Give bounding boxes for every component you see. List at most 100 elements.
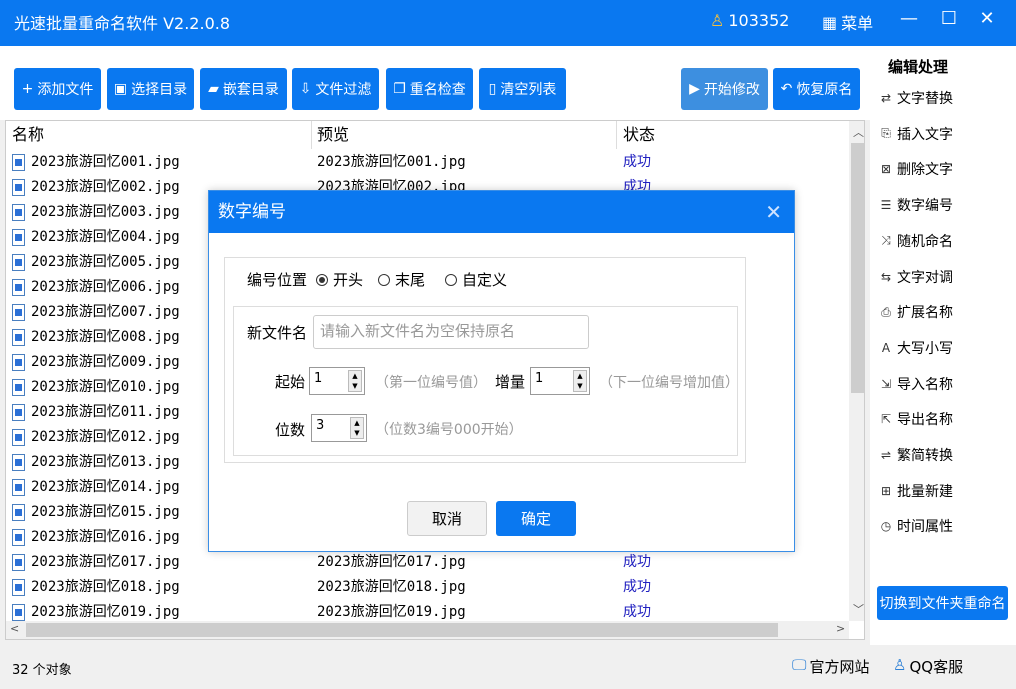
sidebar-item-icon: ⇱: [880, 412, 892, 427]
toolbar-button[interactable]: ▣ 选择目录: [107, 68, 194, 110]
file-preview: 2023旅游回忆018.jpg: [317, 579, 466, 595]
toolbar-icon: ❐: [393, 81, 406, 97]
cancel-button[interactable]: 取消: [407, 501, 487, 536]
column-divider[interactable]: [311, 121, 312, 149]
radio-start[interactable]: 开头: [316, 269, 363, 290]
toolbar-button[interactable]: ⇩ 文件过滤: [292, 68, 379, 110]
website-link[interactable]: 🖵 官方网站: [792, 656, 869, 677]
sidebar-item-label: 数字编号: [897, 198, 953, 215]
digits-spinner[interactable]: 3 ▲ ▼: [311, 414, 367, 442]
toolbar-icon: ⇩: [299, 81, 312, 97]
sidebar-item-label: 文字替换: [897, 91, 953, 107]
newname-input[interactable]: 请输入新文件名为空保持原名: [313, 315, 589, 349]
horizontal-scrollbar[interactable]: < >: [6, 621, 849, 639]
image-file-icon: [12, 154, 25, 171]
radio-label: 开头: [333, 271, 364, 289]
toolbar-icon: ▣: [113, 81, 128, 97]
toolbar-button[interactable]: + 添加文件: [14, 68, 101, 110]
user-account[interactable]: ♙ 103352: [710, 11, 789, 30]
table-row[interactable]: 2023旅游回忆001.jpg 2023旅游回忆001.jpg 成功: [6, 150, 849, 175]
spinner-value: 1: [535, 371, 544, 386]
file-name: 2023旅游回忆011.jpg: [31, 404, 180, 420]
sidebar-item-icon: A: [881, 340, 891, 355]
menu-button[interactable]: ▦ 菜单: [822, 10, 873, 34]
table-row[interactable]: 2023旅游回忆017.jpg 2023旅游回忆017.jpg 成功: [6, 550, 849, 575]
toolbar-button-label: 嵌套目录: [222, 82, 279, 98]
file-name: 2023旅游回忆005.jpg: [31, 254, 180, 270]
toolbar-icon: ▰: [208, 81, 219, 97]
maximize-button[interactable]: ☐: [937, 8, 961, 29]
step-spinner[interactable]: 1 ▲ ▼: [530, 367, 590, 395]
file-name: 2023旅游回忆013.jpg: [31, 454, 180, 470]
user-id: 103352: [728, 11, 790, 30]
image-file-icon: [12, 204, 25, 221]
minimize-button[interactable]: —: [897, 8, 921, 29]
column-header-preview[interactable]: 预览: [317, 121, 349, 149]
restore-button[interactable]: ↶ 恢复原名: [773, 68, 860, 110]
spinner-arrows[interactable]: ▲ ▼: [573, 370, 587, 392]
toolbar-button[interactable]: ▯ 清空列表: [479, 68, 566, 110]
toolbar: + 添加文件 ▣ 选择目录 ▰ 嵌套目录 ⇩ 文件过滤 ❐ 重名检查 ▯ 清空列表 ▶ 开始修改 ↶ 恢复原名: [0, 46, 870, 120]
image-file-icon: [12, 304, 25, 321]
app-title: 光速批量重命名软件 V2.2.0.8: [14, 14, 231, 33]
toolbar-button[interactable]: ❐ 重名检查: [386, 68, 473, 110]
file-name: 2023旅游回忆015.jpg: [31, 504, 180, 520]
sidebar-item[interactable]: A 大写小写: [878, 338, 953, 358]
sidebar-item[interactable]: ⇲ 导入名称: [878, 374, 953, 394]
qq-support-link[interactable]: ♙ QQ客服: [893, 656, 963, 677]
start-button-label: 开始修改: [703, 82, 760, 98]
sidebar-item[interactable]: ⇆ 文字对调: [878, 267, 953, 287]
sidebar-item[interactable]: ⤨ 随机命名: [878, 231, 953, 251]
ok-button[interactable]: 确定: [496, 501, 576, 536]
radio-label: 自定义: [462, 271, 508, 289]
sidebar-item[interactable]: ☰ 数字编号: [878, 195, 953, 215]
sidebar-item-label: 批量新建: [897, 483, 953, 500]
file-name: 2023旅游回忆006.jpg: [31, 279, 180, 295]
radio-end[interactable]: 末尾: [378, 269, 425, 290]
column-header-name[interactable]: 名称: [12, 121, 44, 149]
vertical-scrollbar[interactable]: ︿ ﹀: [849, 121, 864, 621]
radio-label: 末尾: [395, 271, 426, 289]
undo-icon: ↶: [780, 81, 793, 97]
radio-custom[interactable]: 自定义: [445, 269, 507, 290]
spinner-arrows[interactable]: ▲ ▼: [350, 417, 364, 439]
column-divider[interactable]: [616, 121, 617, 149]
file-name: 2023旅游回忆002.jpg: [31, 179, 180, 195]
step-hint: （下一位编号增加值）: [599, 375, 739, 391]
column-header-status[interactable]: 状态: [623, 121, 655, 149]
image-file-icon: [12, 179, 25, 196]
close-button[interactable]: ✕: [975, 8, 999, 29]
start-label: 起始: [275, 373, 306, 391]
file-name: 2023旅游回忆008.jpg: [31, 329, 180, 345]
file-name: 2023旅游回忆004.jpg: [31, 229, 180, 245]
sidebar-item-label: 大写小写: [897, 340, 953, 357]
file-name: 2023旅游回忆014.jpg: [31, 479, 180, 495]
sidebar-item[interactable]: ⇱ 导出名称: [878, 409, 953, 429]
sidebar-item[interactable]: ◷ 时间属性: [878, 516, 953, 536]
file-name: 2023旅游回忆012.jpg: [31, 429, 180, 445]
sidebar-item[interactable]: ⊠ 删除文字: [878, 159, 953, 179]
dialog-close-button[interactable]: ✕: [765, 191, 782, 233]
switch-folder-rename-button[interactable]: 切换到文件夹重命名: [877, 586, 1008, 620]
sidebar-item[interactable]: ⎘ 插入文字: [878, 124, 953, 144]
toolbar-button-label: 重名检查: [409, 82, 466, 98]
sidebar-item[interactable]: ⇄ 文字替换: [878, 88, 953, 108]
table-row[interactable]: 2023旅游回忆018.jpg 2023旅游回忆018.jpg 成功: [6, 575, 849, 600]
image-file-icon: [12, 429, 25, 446]
sidebar-item-label: 插入文字: [897, 126, 953, 143]
toolbar-button-label: 清空列表: [500, 82, 557, 98]
start-button[interactable]: ▶ 开始修改: [681, 68, 768, 110]
spinner-arrows[interactable]: ▲ ▼: [348, 370, 362, 392]
toolbar-button[interactable]: ▰ 嵌套目录: [200, 68, 287, 110]
sidebar-item[interactable]: ⎙ 扩展名称: [878, 302, 953, 322]
start-spinner[interactable]: 1 ▲ ▼: [309, 367, 365, 395]
sidebar-item-icon: ⇌: [880, 448, 892, 462]
file-name: 2023旅游回忆010.jpg: [31, 379, 180, 395]
sidebar-item-icon: ⇲: [880, 376, 892, 391]
sidebar-item[interactable]: ⊞ 批量新建: [878, 481, 953, 501]
newname-label: 新文件名: [247, 324, 308, 342]
image-file-icon: [12, 604, 25, 621]
file-name: 2023旅游回忆007.jpg: [31, 304, 180, 320]
sidebar-item[interactable]: ⇌ 繁简转换: [878, 445, 953, 465]
digits-label: 位数: [275, 421, 306, 439]
